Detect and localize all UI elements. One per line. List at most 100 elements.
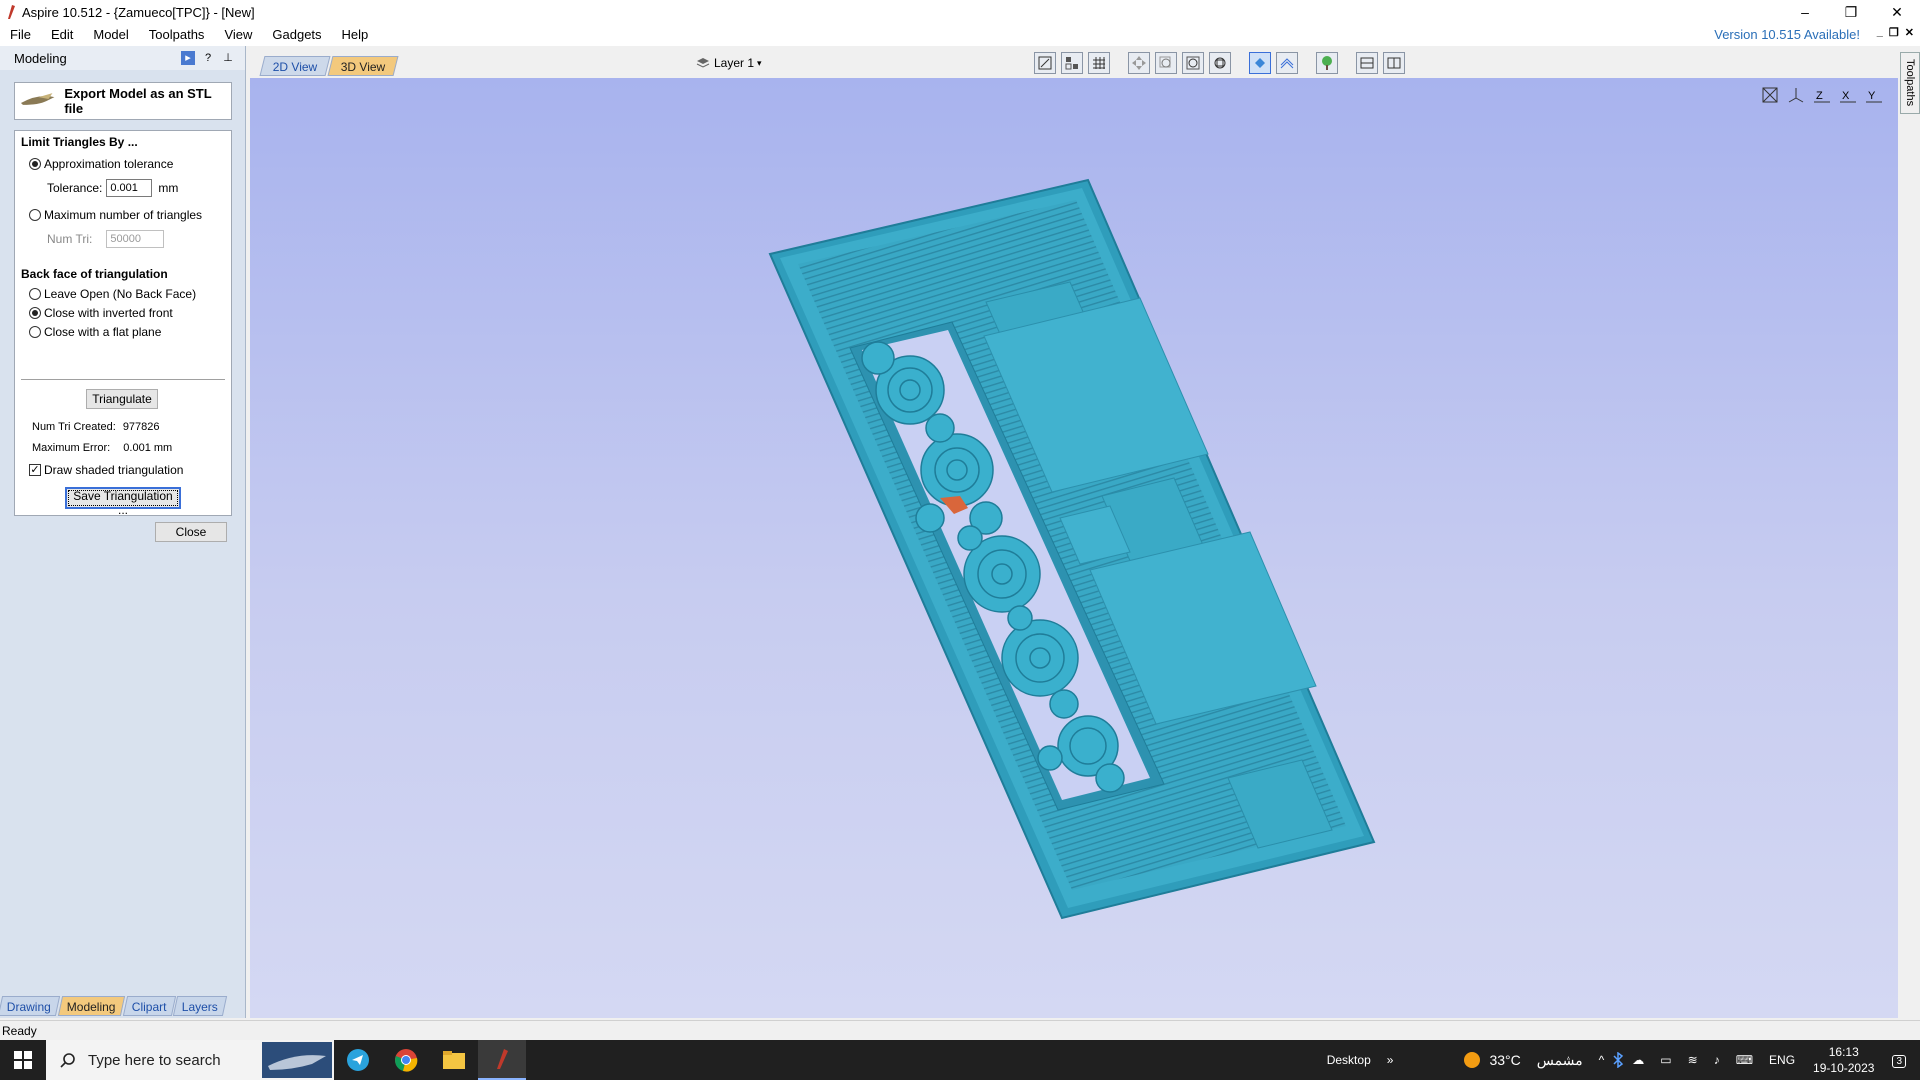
grid-icon[interactable] — [1088, 52, 1110, 74]
windows-logo-icon — [14, 1051, 32, 1069]
tab-clipart[interactable]: Clipart — [122, 996, 176, 1016]
language-indicator[interactable]: ENG — [1769, 1053, 1795, 1067]
tab-2d-label: 2D View — [272, 60, 318, 74]
max-triangles-label: Maximum number of triangles — [44, 208, 203, 222]
tab-3d-view[interactable]: 3D View — [327, 56, 399, 76]
max-triangles-radio[interactable]: Maximum number of triangles — [29, 208, 202, 222]
tolerance-label: Tolerance: — [47, 181, 103, 195]
chevron-up-icon[interactable]: » — [1387, 1053, 1394, 1067]
chrome-app[interactable] — [382, 1040, 430, 1080]
draw-shaded-label: Draw shaded triangulation — [44, 463, 184, 477]
radio-off-icon — [29, 326, 41, 338]
restore-button[interactable]: ❐ — [1828, 0, 1874, 24]
max-error-label: Maximum Error: — [32, 442, 111, 454]
view-tools — [1034, 52, 1405, 74]
mdi-close-icon[interactable]: ✕ — [1905, 26, 1914, 39]
limit-heading: Limit Triangles By ... — [21, 135, 138, 149]
input-method-icon[interactable]: ⌨ — [1736, 1053, 1753, 1067]
save-triangulation-button[interactable]: Save Triangulation ... — [65, 487, 181, 517]
tolerance-row: Tolerance: mm — [47, 179, 178, 197]
search-highlight-image — [262, 1042, 332, 1078]
menu-model[interactable]: Model — [83, 24, 138, 46]
version-notice-link[interactable]: Version 10.515 Available! — [1714, 24, 1860, 46]
export-header: Export Model as an STL file — [14, 82, 232, 120]
close-inverted-radio[interactable]: Close with inverted front — [29, 306, 173, 320]
pan-icon[interactable] — [1128, 52, 1150, 74]
split-vertical-icon[interactable] — [1383, 52, 1405, 74]
clock[interactable]: 16:13 19-10-2023 — [1813, 1044, 1874, 1076]
show-toolpaths-icon[interactable] — [1276, 52, 1298, 74]
minimize-button[interactable]: – — [1782, 0, 1828, 24]
shaded-view-icon[interactable] — [1249, 52, 1271, 74]
start-button[interactable] — [0, 1040, 46, 1080]
folder-icon — [443, 1051, 465, 1069]
status-text: Ready — [2, 1024, 37, 1038]
tab-layers[interactable]: Layers — [173, 996, 228, 1016]
menu-file[interactable]: File — [0, 24, 41, 46]
num-tri-input — [106, 230, 165, 248]
zoom-extents-icon[interactable] — [1209, 52, 1231, 74]
aspire-icon — [497, 1049, 508, 1069]
close-button[interactable]: Close — [155, 522, 227, 542]
chrome-icon — [395, 1049, 418, 1072]
aspire-app-icon — [8, 5, 15, 19]
menu-help[interactable]: Help — [332, 24, 379, 46]
clock-time: 16:13 — [1828, 1045, 1859, 1059]
leave-open-radio[interactable]: Leave Open (No Back Face) — [29, 287, 196, 301]
triangulate-button[interactable]: Triangulate — [86, 389, 158, 409]
battery-icon[interactable]: ▭ — [1660, 1053, 1671, 1067]
view-toolbar: 2D View 3D View Layer 1 ▾ — [250, 46, 1920, 78]
tab-modeling-label: Modeling — [66, 1000, 116, 1014]
tolerance-input[interactable] — [106, 179, 153, 197]
weather-text: مشمس — [1536, 1051, 1583, 1068]
material-icon[interactable] — [1316, 52, 1338, 74]
clock-date: 19-10-2023 — [1813, 1061, 1875, 1075]
panel-options-icon[interactable]: ▸ — [181, 51, 195, 65]
onedrive-icon[interactable]: ☁ — [1632, 1053, 1644, 1067]
menu-gadgets[interactable]: Gadgets — [262, 24, 331, 46]
menu-view[interactable]: View — [214, 24, 262, 46]
notifications-icon[interactable]: 3 — [1892, 1053, 1906, 1068]
close-window-button[interactable]: ✕ — [1874, 0, 1920, 24]
3d-viewport[interactable]: Z X Y — [250, 78, 1898, 1018]
draw-model-boundary-icon[interactable] — [1034, 52, 1056, 74]
max-error-value: 0.001 mm — [123, 442, 173, 454]
menu-toolpaths[interactable]: Toolpaths — [139, 24, 215, 46]
wifi-icon[interactable]: ≋ — [1688, 1053, 1698, 1067]
split-horizontal-icon[interactable] — [1356, 52, 1378, 74]
chevron-down-icon: ▾ — [757, 57, 762, 68]
show-hidden-icons[interactable]: ^ — [1599, 1053, 1605, 1067]
file-explorer-app[interactable] — [430, 1040, 478, 1080]
notification-count: 3 — [1892, 1055, 1906, 1068]
weather-temp[interactable]: 33°C — [1489, 1052, 1520, 1068]
zoom-icon[interactable] — [1182, 52, 1204, 74]
approx-tolerance-radio[interactable]: Approximation tolerance — [29, 157, 173, 171]
search-icon — [60, 1053, 75, 1068]
help-icon[interactable]: ? — [201, 51, 215, 65]
volume-icon[interactable]: ♪ — [1714, 1053, 1720, 1067]
telegram-app[interactable] — [334, 1040, 382, 1080]
tab-drawing[interactable]: Drawing — [0, 996, 61, 1016]
layer-dropdown[interactable]: Layer 1 ▾ — [696, 56, 762, 70]
desktop-toolbar[interactable]: Desktop — [1327, 1053, 1371, 1067]
draw-shaded-checkbox[interactable]: ✓ Draw shaded triangulation — [29, 463, 183, 477]
tolerance-unit: mm — [158, 181, 179, 195]
show-components-icon[interactable] — [1061, 52, 1083, 74]
bluetooth-icon[interactable] — [1612, 1052, 1624, 1068]
taskbar-search[interactable]: Type here to search — [46, 1040, 334, 1080]
panel-title: Modeling — [14, 50, 67, 66]
tab-modeling[interactable]: Modeling — [57, 996, 125, 1016]
pin-icon[interactable]: ⊥ — [221, 51, 235, 65]
zoom-box-icon[interactable] — [1155, 52, 1177, 74]
checkmark-icon: ✓ — [29, 464, 41, 476]
approx-tolerance-label: Approximation tolerance — [44, 157, 174, 171]
aspire-taskbar-app[interactable] — [478, 1040, 526, 1080]
tab-2d-view[interactable]: 2D View — [259, 56, 331, 76]
mdi-restore-icon[interactable]: ❐ — [1889, 26, 1899, 39]
relief-model — [768, 178, 1376, 920]
close-flat-radio[interactable]: Close with a flat plane — [29, 325, 161, 339]
toolpaths-side-tab[interactable]: Toolpaths — [1900, 52, 1920, 114]
menu-edit[interactable]: Edit — [41, 24, 83, 46]
tab-3d-label: 3D View — [340, 60, 386, 74]
mdi-minimize-icon[interactable]: _ — [1877, 26, 1883, 39]
